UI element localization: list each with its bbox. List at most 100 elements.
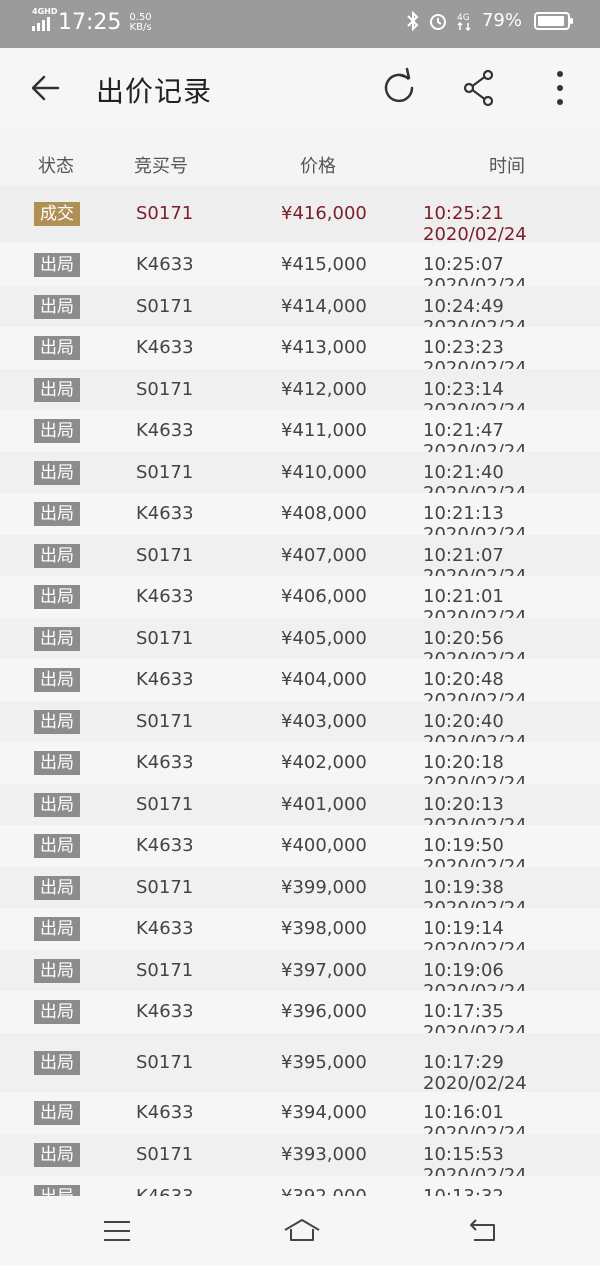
bid-price: ¥406,000	[281, 586, 367, 607]
table-header: 状态 竞买号 价格 时间	[0, 140, 600, 184]
table-row[interactable]: 出局S0171¥414,00010:24:49 2020/02/24	[0, 286, 600, 338]
table-row[interactable]: 出局K4633¥402,00010:20:18 2020/02/24	[0, 742, 600, 794]
bidder-number: K4633	[136, 1102, 194, 1123]
table-row[interactable]: 出局 S0171 ¥395,000 10:17:29 2020/02/24	[0, 1033, 600, 1094]
bid-price: ¥415,000	[281, 254, 367, 275]
bidder-number: S0171	[136, 296, 194, 317]
bidder-number: S0171	[136, 379, 194, 400]
svg-text:4G: 4G	[457, 13, 470, 23]
status-badge: 出局	[34, 834, 80, 858]
arrow-left-icon[interactable]	[26, 68, 66, 108]
share-icon[interactable]	[460, 66, 500, 110]
bid-price: ¥403,000	[281, 711, 367, 732]
bidder-number: K4633	[136, 752, 194, 773]
status-badge: 出局	[34, 585, 80, 609]
bidder-number: K4633	[136, 669, 194, 690]
column-price: 价格	[300, 156, 336, 177]
battery-icon	[534, 11, 573, 30]
column-status: 状态	[38, 156, 74, 177]
table-row[interactable]: 出局K4633¥413,00010:23:23 2020/02/24	[0, 327, 600, 379]
table-row[interactable]: 出局S0171¥397,00010:19:06 2020/02/24	[0, 950, 600, 1002]
bidder-number: K4633	[136, 254, 194, 275]
table-row[interactable]: 成交 S0171 ¥416,000 10:25:21 2020/02/24	[0, 186, 600, 245]
bid-price: ¥410,000	[281, 462, 367, 483]
bid-price: ¥402,000	[281, 752, 367, 773]
battery-percent: 79%	[481, 10, 522, 31]
bidder-number: K4633	[136, 586, 194, 607]
table-row[interactable]: 出局K4633¥415,00010:25:07 2020/02/24	[0, 244, 600, 296]
table-row[interactable]: 出局K4633¥396,00010:17:35 2020/02/24	[0, 991, 600, 1043]
alarm-icon	[429, 13, 446, 30]
status-badge: 出局	[34, 502, 80, 526]
return-icon[interactable]	[466, 1216, 500, 1246]
bid-price: ¥399,000	[281, 877, 367, 898]
status-badge: 出局	[34, 544, 80, 568]
column-time: 时间	[489, 156, 525, 177]
bid-price: ¥412,000	[281, 379, 367, 400]
status-badge: 出局	[34, 959, 80, 983]
app-bar: 出价记录	[0, 48, 600, 128]
network-speed: 0.50 KB/s	[129, 13, 151, 33]
table-row[interactable]: 出局S0171¥403,00010:20:40 2020/02/24	[0, 701, 600, 753]
home-icon[interactable]	[282, 1216, 322, 1246]
table-row[interactable]: 出局S0171¥405,00010:20:56 2020/02/24	[0, 618, 600, 670]
table-row[interactable]: 出局S0171¥407,00010:21:07 2020/02/24	[0, 535, 600, 587]
bid-price: ¥401,000	[281, 794, 367, 815]
status-badge: 出局	[34, 1143, 80, 1167]
bid-price: ¥411,000	[281, 420, 367, 441]
bid-price: ¥393,000	[281, 1144, 367, 1165]
bidder-number: K4633	[136, 420, 194, 441]
status-badge: 出局	[34, 1051, 80, 1075]
table-row[interactable]: 出局S0171¥410,00010:21:40 2020/02/24	[0, 452, 600, 504]
bidder-number: S0171	[136, 462, 194, 483]
bid-price: ¥407,000	[281, 545, 367, 566]
status-badge: 出局	[34, 336, 80, 360]
bid-price: ¥394,000	[281, 1102, 367, 1123]
mobile-data-icon: 4G	[457, 13, 471, 31]
status-badge: 出局	[34, 1101, 80, 1125]
table-row[interactable]: 出局K4633¥400,00010:19:50 2020/02/24	[0, 825, 600, 877]
bidder-number: S0171	[136, 545, 194, 566]
bidder-number: K4633	[136, 1186, 194, 1196]
table-row[interactable]: 出局S0171¥412,00010:23:14 2020/02/24	[0, 369, 600, 421]
status-badge: 出局	[34, 461, 80, 485]
status-left: 4GHD 17:25 0.50 KB/s	[32, 7, 152, 36]
status-right: 4G 79%	[406, 10, 573, 31]
signal-icon: 4GHD	[32, 7, 57, 31]
table-row[interactable]: 出局S0171¥401,00010:20:13 2020/02/24	[0, 784, 600, 836]
bid-time: 10:25:21 2020/02/24	[423, 203, 527, 245]
table-row[interactable]: 出局K4633¥408,00010:21:13 2020/02/24	[0, 493, 600, 545]
status-badge: 出局	[34, 378, 80, 402]
table-row[interactable]: 出局K4633¥394,00010:16:01 2020/02/24	[0, 1092, 600, 1144]
bid-price: ¥397,000	[281, 960, 367, 981]
bid-time: 10:13:32 2020/02/24	[423, 1186, 600, 1196]
status-badge: 出局	[34, 627, 80, 651]
status-badge: 出局	[34, 1185, 80, 1196]
table-row[interactable]: 出局 K4633 ¥392,000 10:13:32 2020/02/24	[0, 1176, 600, 1196]
clock: 17:25	[58, 10, 122, 35]
status-badge: 出局	[34, 1000, 80, 1024]
menu-icon[interactable]	[100, 1216, 134, 1246]
bid-record-list[interactable]: 成交 S0171 ¥416,000 10:25:21 2020/02/24 出局 K463…	[0, 186, 600, 1196]
table-row[interactable]: 出局S0171¥399,00010:19:38 2020/02/24	[0, 867, 600, 919]
bidder-number: S0171	[136, 794, 194, 815]
bid-price: ¥405,000	[281, 628, 367, 649]
table-row[interactable]: 出局K4633¥411,00010:21:47 2020/02/24	[0, 410, 600, 462]
bid-price: ¥413,000	[281, 337, 367, 358]
status-badge: 出局	[34, 295, 80, 319]
bidder-number: K4633	[136, 835, 194, 856]
status-badge: 出局	[34, 917, 80, 941]
bid-price: ¥396,000	[281, 1001, 367, 1022]
table-row[interactable]: 出局S0171¥393,00010:15:53 2020/02/24	[0, 1134, 600, 1186]
status-bar: 4GHD 17:25 0.50 KB/s 4G 79%	[0, 0, 600, 48]
more-vertical-icon[interactable]	[540, 66, 580, 110]
bidder-number: S0171	[136, 960, 194, 981]
table-row[interactable]: 出局K4633¥398,00010:19:14 2020/02/24	[0, 908, 600, 960]
refresh-icon[interactable]	[380, 66, 420, 110]
speed-unit: KB/s	[129, 22, 152, 33]
status-badge: 出局	[34, 419, 80, 443]
bid-price: ¥392,000	[281, 1186, 367, 1196]
table-row[interactable]: 出局K4633¥404,00010:20:48 2020/02/24	[0, 659, 600, 711]
table-row[interactable]: 出局K4633¥406,00010:21:01 2020/02/24	[0, 576, 600, 628]
bid-price: ¥414,000	[281, 296, 367, 317]
